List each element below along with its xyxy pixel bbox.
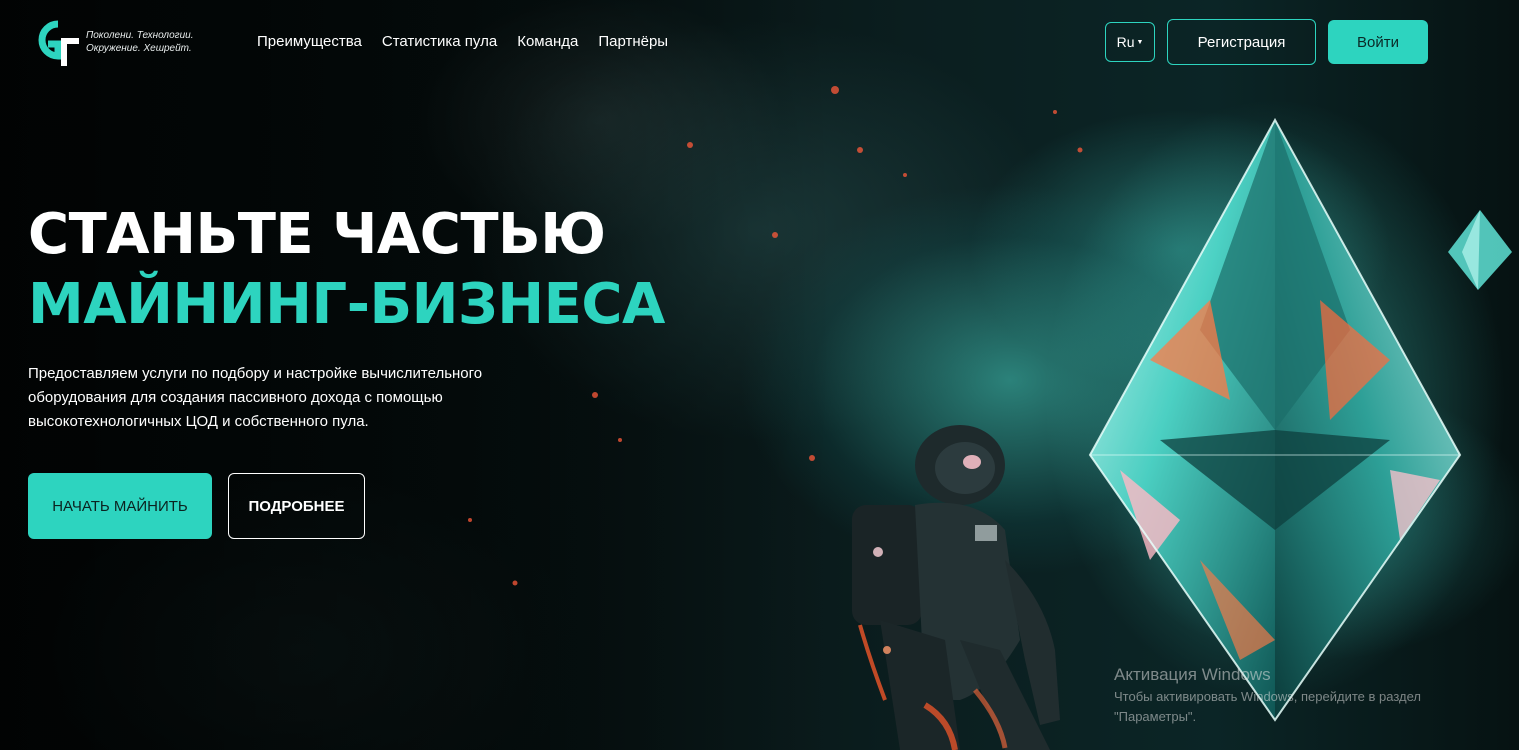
start-mining-button[interactable]: НАЧАТЬ МАЙНИТЬ — [28, 473, 212, 539]
logo-icon — [38, 20, 79, 66]
windows-activation-watermark: Активация Windows Чтобы активировать Win… — [1114, 665, 1484, 727]
learn-more-button[interactable]: ПОДРОБНЕЕ — [228, 473, 365, 539]
nav-item-team[interactable]: Команда — [517, 33, 578, 50]
register-button[interactable]: Регистрация — [1167, 19, 1316, 65]
hero-title-line1: СТАНЬТЕ ЧАСТЬЮ — [28, 202, 606, 267]
hero-title: СТАНЬТЕ ЧАСТЬЮ МАЙНИНГ-БИЗНЕСА — [28, 200, 665, 340]
main-nav: Преимущества Статистика пула Команда Пар… — [257, 33, 668, 50]
watermark-text: Чтобы активировать Windows, перейдите в … — [1114, 689, 1421, 724]
brand-logo[interactable]: Поколени. Технологии. Окружение. Хешрейт… — [28, 16, 206, 68]
logo-tagline-line2: Окружение. Хешрейт. — [86, 43, 192, 54]
nav-item-pool-stats[interactable]: Статистика пула — [382, 33, 497, 50]
logo-tagline-line1: Поколени. Технологии. — [86, 30, 194, 41]
language-selected: Ru — [1116, 34, 1135, 50]
logo-tagline: Поколени. Технологии. Окружение. Хешрейт… — [86, 29, 206, 55]
site-header: Поколени. Технологии. Окружение. Хешрейт… — [0, 0, 1519, 86]
nav-item-partners[interactable]: Партнёры — [598, 33, 668, 50]
watermark-title: Активация Windows — [1114, 665, 1271, 684]
login-button[interactable]: Войти — [1328, 20, 1428, 64]
hero-description: Предоставляем услуги по подбору и настро… — [28, 365, 483, 430]
chevron-down-icon: ▼ — [1136, 38, 1144, 46]
language-select[interactable]: Ru ▼ — [1105, 22, 1155, 62]
hero-title-line2: МАЙНИНГ-БИЗНЕСА — [28, 272, 665, 337]
nav-item-advantages[interactable]: Преимущества — [257, 33, 362, 50]
